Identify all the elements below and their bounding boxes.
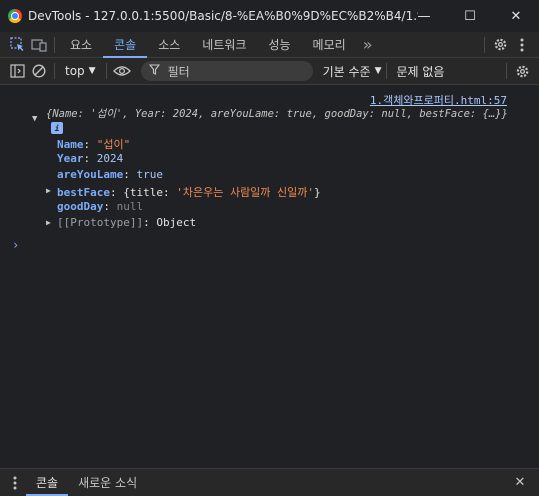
drawer-menu-icon[interactable] — [4, 472, 26, 494]
chrome-icon — [8, 9, 22, 23]
console-prompt-chevron-icon[interactable]: › — [12, 238, 19, 252]
drawer-tab-whats-new[interactable]: 새로운 소식 — [68, 469, 147, 496]
more-options-icon[interactable] — [511, 34, 533, 56]
more-tabs-button[interactable]: » — [357, 34, 379, 56]
property-key: Year — [57, 152, 84, 165]
issues-counter[interactable]: 문제 없음 — [397, 63, 445, 80]
property-row-prototype[interactable]: [[Prototype]]: Object — [57, 216, 196, 229]
clear-console-icon[interactable] — [28, 60, 50, 82]
property-key: bestFace — [57, 186, 110, 199]
expand-triangle-icon[interactable]: ▶ — [46, 218, 51, 227]
tab-sources[interactable]: 소스 — [147, 32, 191, 58]
devtools-tab-bar: 요소 콘솔 소스 네트워크 성능 메모리 » — [0, 32, 539, 58]
window-title: DevTools - 127.0.0.1:5500/Basic/8-%EA%B0… — [28, 9, 418, 23]
info-icon[interactable]: i — [51, 122, 63, 134]
filter-input[interactable]: 필터 — [140, 61, 313, 81]
device-toolbar-icon[interactable] — [28, 34, 50, 56]
tab-network[interactable]: 네트워크 — [191, 32, 257, 58]
tab-performance[interactable]: 성능 — [257, 32, 301, 58]
tab-memory[interactable]: 메모리 — [302, 32, 357, 58]
toolbar-divider — [385, 63, 387, 79]
property-separator: : — [103, 200, 117, 213]
property-value-open: {title: — [123, 186, 177, 199]
tab-elements[interactable]: 요소 — [59, 32, 103, 58]
property-value: Object — [156, 216, 197, 229]
filter-funnel-icon — [148, 64, 160, 78]
property-value: "섭이" — [96, 138, 131, 151]
property-row-name: Name: "섭이" — [57, 136, 130, 152]
object-preview[interactable]: {Name: '섭이', Year: 2024, areYouLame: tru… — [46, 106, 508, 121]
toolbar-divider — [105, 63, 107, 79]
log-level-dropdown[interactable]: 기본 수준 ▼ — [323, 63, 382, 80]
close-button[interactable]: ✕ — [493, 0, 539, 32]
context-selector-value: top — [65, 64, 85, 78]
console-output: 1.객체와프로퍼티.html:57 {Name: '섭이', Year: 202… — [0, 86, 539, 464]
filter-placeholder: 필터 — [167, 64, 190, 79]
property-separator: : — [109, 186, 124, 199]
property-row-goodday: goodDay: null — [57, 200, 143, 213]
title-bar: DevTools - 127.0.0.1:5500/Basic/8-%EA%B0… — [0, 0, 539, 32]
property-key: areYouLame — [57, 168, 124, 181]
property-separator: : — [83, 152, 97, 165]
property-separator: : — [123, 168, 137, 181]
property-value: 2024 — [96, 152, 124, 165]
toolbar-divider — [54, 63, 55, 79]
expand-triangle-icon[interactable]: ▶ — [46, 186, 51, 195]
property-value: true — [136, 168, 163, 181]
live-expression-eye-icon[interactable] — [111, 60, 133, 82]
property-value-close: } — [314, 186, 321, 199]
collapse-triangle-icon[interactable]: ▼ — [32, 114, 37, 124]
drawer-tab-console[interactable]: 콘솔 — [26, 469, 69, 496]
property-key: goodDay — [57, 200, 104, 213]
property-row-areyoulame: areYouLame: true — [57, 168, 163, 181]
toolbar-divider — [506, 63, 507, 79]
console-toolbar: top ▼ 필터 기본 수준 ▼ 문제 없음 — [0, 58, 539, 85]
toolbar-divider — [484, 36, 485, 53]
property-key: Name — [57, 138, 84, 151]
property-value: null — [116, 200, 144, 213]
property-key: [[Prototype]] — [57, 216, 144, 229]
property-separator: : — [83, 138, 97, 151]
inspect-element-icon[interactable] — [6, 34, 28, 56]
property-row-year: Year: 2024 — [57, 152, 123, 165]
tab-console[interactable]: 콘솔 — [103, 32, 148, 58]
minimize-button[interactable]: — — [401, 0, 447, 32]
drawer-tab-bar: 콘솔 새로운 소식 ✕ — [0, 468, 539, 496]
chevron-down-icon: ▼ — [88, 66, 96, 76]
chevron-down-icon: ▼ — [374, 66, 382, 76]
property-row-bestface[interactable]: bestFace: {title: '차은우는 사람일까 신일까'} — [57, 184, 321, 200]
drawer-close-button[interactable]: ✕ — [509, 472, 531, 494]
sidebar-toggle-icon[interactable] — [6, 60, 28, 82]
property-separator: : — [143, 216, 157, 229]
context-selector[interactable]: top ▼ — [59, 64, 102, 78]
settings-gear-icon[interactable] — [489, 34, 511, 56]
log-level-value: 기본 수준 — [322, 64, 371, 79]
property-value-string: '차은우는 사람일까 신일까' — [176, 186, 315, 199]
maximize-button[interactable]: ☐ — [447, 0, 493, 32]
console-settings-gear-icon[interactable] — [511, 60, 533, 82]
toolbar-divider — [54, 36, 55, 53]
